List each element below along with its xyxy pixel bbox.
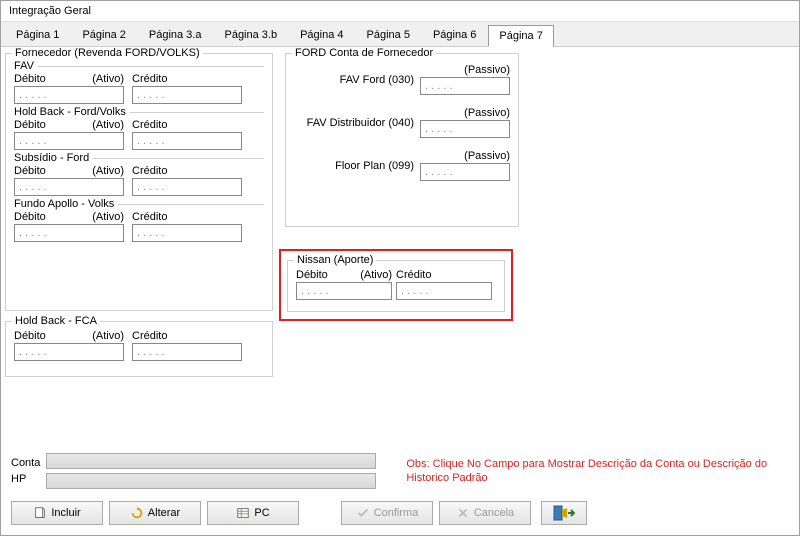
- subsidio-debito-label: Débito: [14, 165, 46, 177]
- hp-label: HP: [11, 473, 40, 485]
- subsidio-credito-label: Crédito: [132, 165, 167, 177]
- fav-credito-input[interactable]: [132, 86, 242, 104]
- tab-pagina-2[interactable]: Página 2: [71, 24, 136, 46]
- door-exit-icon: [553, 504, 575, 522]
- fav-ford-input[interactable]: [420, 77, 510, 95]
- exit-button[interactable]: [541, 501, 587, 525]
- floorplan-passivo: (Passivo): [420, 150, 510, 162]
- main-window: Integração Geral Página 1 Página 2 Págin…: [0, 0, 800, 536]
- apollo-ativo-label: (Ativo): [92, 211, 124, 223]
- holdback-ativo-label: (Ativo): [92, 119, 124, 131]
- subsidio-debito-input[interactable]: [14, 178, 124, 196]
- floorplan-label: Floor Plan (099): [294, 160, 420, 172]
- x-icon: [456, 506, 470, 520]
- window-title: Integração Geral: [1, 1, 799, 22]
- tab-pagina-6[interactable]: Página 6: [422, 24, 487, 46]
- subsidio-ativo-label: (Ativo): [92, 165, 124, 177]
- section-subsidio-title: Subsídio - Ford: [14, 152, 93, 164]
- check-icon: [356, 506, 370, 520]
- floorplan-input[interactable]: [420, 163, 510, 181]
- alterar-button[interactable]: Alterar: [109, 501, 201, 525]
- holdback-credito-label: Crédito: [132, 119, 167, 131]
- group-holdback-fca: Hold Back - FCA Débito (Ativo) Crédito: [5, 321, 273, 377]
- subsidio-credito-input[interactable]: [132, 178, 242, 196]
- group-ford-conta: FORD Conta de Fornecedor FAV Ford (030) …: [285, 53, 519, 227]
- fca-credito-input[interactable]: [132, 343, 242, 361]
- hp-display: [46, 473, 376, 489]
- fav-dist-label: FAV Distribuidor (040): [294, 117, 420, 129]
- refresh-icon: [130, 506, 144, 520]
- tab-pagina-3b[interactable]: Página 3.b: [213, 24, 288, 46]
- group-fornecedor: Fornecedor (Revenda FORD/VOLKS) FAV Débi…: [5, 53, 273, 311]
- fca-ativo-label: (Ativo): [92, 330, 124, 342]
- group-ford-conta-title: FORD Conta de Fornecedor: [292, 47, 436, 59]
- incluir-button[interactable]: Incluir: [11, 501, 103, 525]
- fav-dist-passivo: (Passivo): [420, 107, 510, 119]
- cancela-button[interactable]: Cancela: [439, 501, 531, 525]
- pc-button[interactable]: PC: [207, 501, 299, 525]
- apollo-credito-label: Crédito: [132, 211, 167, 223]
- conta-display: [46, 453, 376, 469]
- fav-ford-passivo: (Passivo): [420, 64, 510, 76]
- confirma-button[interactable]: Confirma: [341, 501, 433, 525]
- conta-label: Conta: [11, 457, 40, 469]
- apollo-credito-input[interactable]: [132, 224, 242, 242]
- fav-debito-input[interactable]: [14, 86, 124, 104]
- fav-ford-label: FAV Ford (030): [294, 74, 420, 86]
- section-holdback-title: Hold Back - Ford/Volks: [14, 106, 130, 118]
- content-area: Fornecedor (Revenda FORD/VOLKS) FAV Débi…: [1, 47, 799, 447]
- tab-pagina-4[interactable]: Página 4: [289, 24, 354, 46]
- table-icon: [236, 506, 250, 520]
- holdback-debito-label: Débito: [14, 119, 46, 131]
- holdback-debito-input[interactable]: [14, 132, 124, 150]
- section-apollo-title: Fundo Apollo - Volks: [14, 198, 118, 210]
- fav-dist-input[interactable]: [420, 120, 510, 138]
- fav-ativo-label: (Ativo): [92, 73, 124, 85]
- fca-debito-label: Débito: [14, 330, 46, 342]
- button-bar: Incluir Alterar PC Confirma Cancela: [1, 495, 799, 535]
- tab-bar: Página 1 Página 2 Página 3.a Página 3.b …: [1, 22, 799, 47]
- apollo-debito-label: Débito: [14, 211, 46, 223]
- fav-credito-label: Crédito: [132, 73, 167, 85]
- footer-area: Conta HP Obs: Clique No Campo para Mostr…: [1, 447, 799, 495]
- apollo-debito-input[interactable]: [14, 224, 124, 242]
- tab-pagina-5[interactable]: Página 5: [356, 24, 421, 46]
- fav-debito-label: Débito: [14, 73, 46, 85]
- tab-pagina-3a[interactable]: Página 3.a: [138, 24, 213, 46]
- tab-pagina-1[interactable]: Página 1: [5, 24, 70, 46]
- section-fav-title: FAV: [14, 60, 38, 72]
- group-holdback-fca-title: Hold Back - FCA: [12, 315, 100, 327]
- fca-credito-label: Crédito: [132, 330, 167, 342]
- footer-note: Obs: Clique No Campo para Mostrar Descri…: [406, 457, 789, 486]
- tab-pagina-7[interactable]: Página 7: [488, 25, 553, 47]
- group-fornecedor-title: Fornecedor (Revenda FORD/VOLKS): [12, 47, 203, 59]
- fca-debito-input[interactable]: [14, 343, 124, 361]
- paper-icon: [33, 506, 47, 520]
- holdback-credito-input[interactable]: [132, 132, 242, 150]
- highlight-nissan: [279, 249, 513, 321]
